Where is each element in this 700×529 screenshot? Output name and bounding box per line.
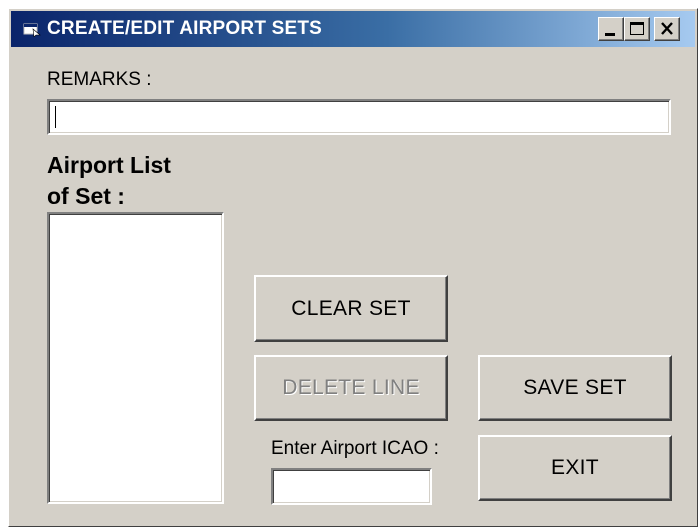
airport-sets-window: CREATE/EDIT AIRPORT SETS REMARKS : Airpo… bbox=[8, 8, 698, 527]
airport-list-label-line1: Airport List bbox=[47, 152, 171, 178]
delete-line-button[interactable]: DELETE LINE bbox=[254, 355, 448, 421]
clear-set-button[interactable]: CLEAR SET bbox=[254, 275, 448, 342]
airport-list-label-line2: of Set : bbox=[47, 183, 125, 209]
close-icon bbox=[661, 22, 673, 35]
text-caret bbox=[55, 106, 56, 128]
minimize-icon bbox=[605, 33, 615, 36]
title-bar[interactable]: CREATE/EDIT AIRPORT SETS bbox=[11, 11, 695, 47]
close-button[interactable] bbox=[654, 17, 680, 41]
icao-input[interactable] bbox=[271, 468, 432, 505]
airport-list-label: Airport List of Set : bbox=[47, 150, 171, 212]
app-window-icon[interactable] bbox=[23, 21, 41, 38]
minimize-button[interactable] bbox=[598, 17, 624, 41]
icao-label: Enter Airport ICAO : bbox=[271, 438, 439, 459]
save-set-button[interactable]: SAVE SET bbox=[478, 355, 672, 421]
maximize-icon bbox=[630, 22, 644, 35]
maximize-button[interactable] bbox=[624, 17, 650, 41]
window-title: CREATE/EDIT AIRPORT SETS bbox=[47, 18, 323, 39]
airport-list-box[interactable] bbox=[47, 212, 224, 504]
remarks-label: REMARKS : bbox=[47, 69, 152, 90]
exit-button[interactable]: EXIT bbox=[478, 435, 672, 501]
remarks-field[interactable] bbox=[47, 99, 671, 135]
